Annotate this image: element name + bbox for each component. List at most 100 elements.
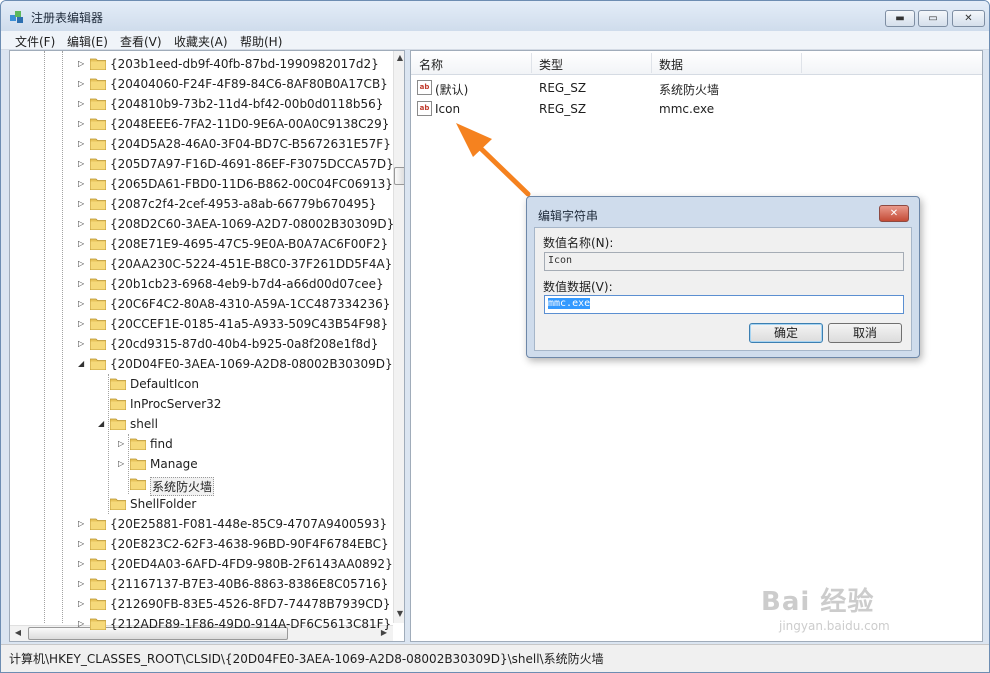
registry-tree[interactable]: ▲ ▼ ◀ ▶ ▷ {203b1eed-db9f-40fb-87bd-199098… [9,50,405,642]
expand-arrow-icon[interactable]: ▷ [78,119,87,129]
expand-arrow-icon[interactable]: ▷ [78,519,87,529]
value-type: REG_SZ [539,102,587,116]
expand-arrow-icon[interactable]: ▷ [78,59,87,69]
dialog-close-button[interactable]: ✕ [879,205,909,222]
folder-icon [89,237,107,251]
expand-arrow-icon[interactable]: ▷ [78,139,87,149]
collapse-arrow-icon[interactable]: ◢ [78,359,87,369]
tree-item-label: {2048EEE6-7FA2-11D0-9E6A-00A0C9138C29} [110,117,390,131]
tree-item-clsid[interactable]: ▷ {20CCEF1E-0185-41a5-A933-509C43B54F98} [10,314,393,334]
tree-item-shell[interactable]: ◢ shell [10,414,393,434]
expand-arrow-icon[interactable]: ▷ [78,259,87,269]
tree-guide-line [108,374,109,514]
expand-arrow-icon[interactable]: ▷ [78,239,87,249]
folder-icon [129,437,147,451]
tree-item-expanded[interactable]: ◢ {20D04FE0-3AEA-1069-A2D8-08002B30309D} [10,354,393,374]
tree-item-clsid[interactable]: ▷ {203b1eed-db9f-40fb-87bd-1990982017d2} [10,54,393,74]
menu-view[interactable]: 查看(V) [120,33,162,50]
tree-item-firewall[interactable]: 系统防火墙 [10,474,393,496]
tree-item-clsid[interactable]: ▷ {2048EEE6-7FA2-11D0-9E6A-00A0C9138C29} [10,114,393,134]
expand-arrow-icon[interactable]: ▷ [78,199,87,209]
tree-item-clsid[interactable]: ▷ {204810b9-73b2-11d4-bf42-00b0d0118b56} [10,94,393,114]
expand-arrow-icon[interactable]: ▷ [78,219,87,229]
folder-icon [89,357,107,371]
tree-item-clsid[interactable]: ▷ {20C6F4C2-80A8-4310-A59A-1CC487334236} [10,294,393,314]
tree-item-clsid[interactable]: ▷ {208D2C60-3AEA-1069-A2D7-08002B30309D} [10,214,395,234]
window-title: 注册表编辑器 [31,11,104,25]
list-row-default[interactable]: ab (默认) REG_SZ 系统防火墙 [411,78,982,98]
tree-item-find[interactable]: ▷ find [10,434,393,454]
close-button[interactable]: ✕ [952,10,985,27]
tree-item-label: {20404060-F24F-4F89-84C6-8AF80B0A17CB} [110,77,388,91]
scroll-up-icon[interactable]: ▲ [395,53,404,63]
folder-icon [89,257,107,271]
menu-favorites[interactable]: 收藏夹(A) [174,33,228,50]
list-row-icon[interactable]: ab Icon REG_SZ mmc.exe [411,99,982,119]
folder-icon [109,377,127,391]
expand-arrow-icon[interactable]: ▷ [78,619,87,629]
expand-arrow-icon[interactable]: ▷ [78,599,87,609]
tree-item-clsid[interactable]: ▷ {212690FB-83E5-4526-8FD7-74478B7939CD} [10,594,393,614]
value-data-selected-text: mmc.exe [548,298,591,309]
value-data-field[interactable]: mmc.exe [544,295,904,314]
tree-item-label: {208D2C60-3AEA-1069-A2D7-08002B30309D} [110,217,395,231]
tree-item-clsid[interactable]: ▷ {20AA230C-5224-451E-B8C0-37F261DD5F4A} [10,254,393,274]
tree-item-clsid[interactable]: ▷ {205D7A97-F16D-4691-86EF-F3075DCCA57D} [10,154,394,174]
expand-arrow-icon[interactable]: ▷ [78,539,87,549]
collapse-arrow-icon[interactable]: ◢ [98,419,107,429]
tree-item-clsid[interactable]: ▷ {20404060-F24F-4F89-84C6-8AF80B0A17CB} [10,74,393,94]
column-data[interactable]: 数据 [659,56,683,73]
tree-item-defaulticon[interactable]: DefaultIcon [10,374,393,394]
ok-button[interactable]: 确定 [749,323,823,343]
folder-icon [89,337,107,351]
expand-arrow-icon[interactable]: ▷ [78,159,87,169]
scroll-thumb[interactable] [394,167,404,185]
tree-item-shellfolder[interactable]: ShellFolder [10,494,393,514]
folder-icon [89,57,107,71]
tree-item-clsid[interactable]: ▷ {20b1cb23-6968-4eb9-b7d4-a66d00d07cee} [10,274,393,294]
folder-icon [89,177,107,191]
expand-arrow-icon[interactable]: ▷ [118,459,127,469]
expand-arrow-icon[interactable]: ▷ [78,279,87,289]
minimize-button[interactable]: ▬ [885,10,915,27]
expand-arrow-icon[interactable]: ▷ [78,179,87,189]
tree-item-clsid[interactable]: ▷ {2087c2f4-2cef-4953-a8ab-66779b670495} [10,194,393,214]
value-type: REG_SZ [539,81,587,95]
edit-string-dialog: 编辑字符串 ✕ 数值名称(N): Icon 数值数据(V): mmc.exe 确… [526,196,920,358]
tree-item-clsid[interactable]: ▷ {2065DA61-FBD0-11D6-B862-00C04FC06913} [10,174,393,194]
tree-vertical-scrollbar[interactable]: ▲ ▼ [393,51,404,623]
tree-item-clsid[interactable]: ▷ {204D5A28-46A0-3F04-BD7C-B5672631E57F} [10,134,393,154]
expand-arrow-icon[interactable]: ▷ [78,339,87,349]
column-type[interactable]: 类型 [539,56,563,73]
tree-item-clsid[interactable]: ▷ {208E71E9-4695-47C5-9E0A-B0A7AC6F00F2} [10,234,393,254]
menu-help[interactable]: 帮助(H) [240,33,282,50]
scroll-down-icon[interactable]: ▼ [395,609,404,619]
tree-item-manage[interactable]: ▷ Manage [10,454,393,474]
folder-icon [89,97,107,111]
expand-arrow-icon[interactable]: ▷ [78,579,87,589]
expand-arrow-icon[interactable]: ▷ [78,559,87,569]
tree-item-label: {20E823C2-62F3-4638-96BD-90F4F6784EBC} [110,537,389,551]
tree-item-inprocserver32[interactable]: InProcServer32 [10,394,393,414]
menu-bar: 文件(F) 编辑(E) 查看(V) 收藏夹(A) 帮助(H) [1,31,989,50]
expand-arrow-icon[interactable]: ▷ [78,99,87,109]
expand-arrow-icon[interactable]: ▷ [78,299,87,309]
title-bar[interactable]: 注册表编辑器 ▬ ▭ ✕ [1,1,989,31]
maximize-button[interactable]: ▭ [918,10,948,27]
menu-file[interactable]: 文件(F) [15,33,55,50]
tree-item-clsid[interactable]: ▷ {20E25881-F081-448e-85C9-4707A9400593} [10,514,393,534]
column-name[interactable]: 名称 [419,56,443,73]
folder-icon [89,137,107,151]
tree-item-clsid[interactable]: ▷ {21167137-B7E3-40B6-8863-8386E8C05716} [10,574,393,594]
tree-item-clsid[interactable]: ▷ {20cd9315-87d0-40b4-b925-0a8f208e1f8d} [10,334,393,354]
tree-item-clsid[interactable]: ▷ {212ADF89-1F86-49D0-914A-DF6C5613C81F} [10,614,393,634]
expand-arrow-icon[interactable]: ▷ [78,79,87,89]
tree-item-clsid[interactable]: ▷ {20ED4A03-6AFD-4FD9-980B-2F6143AA0892} [10,554,393,574]
value-data: 系统防火墙 [659,83,720,97]
expand-arrow-icon[interactable]: ▷ [78,319,87,329]
cancel-button[interactable]: 取消 [828,323,902,343]
expand-arrow-icon[interactable]: ▷ [118,439,127,449]
menu-edit[interactable]: 编辑(E) [67,33,108,50]
folder-icon [89,157,107,171]
tree-item-clsid[interactable]: ▷ {20E823C2-62F3-4638-96BD-90F4F6784EBC} [10,534,393,554]
